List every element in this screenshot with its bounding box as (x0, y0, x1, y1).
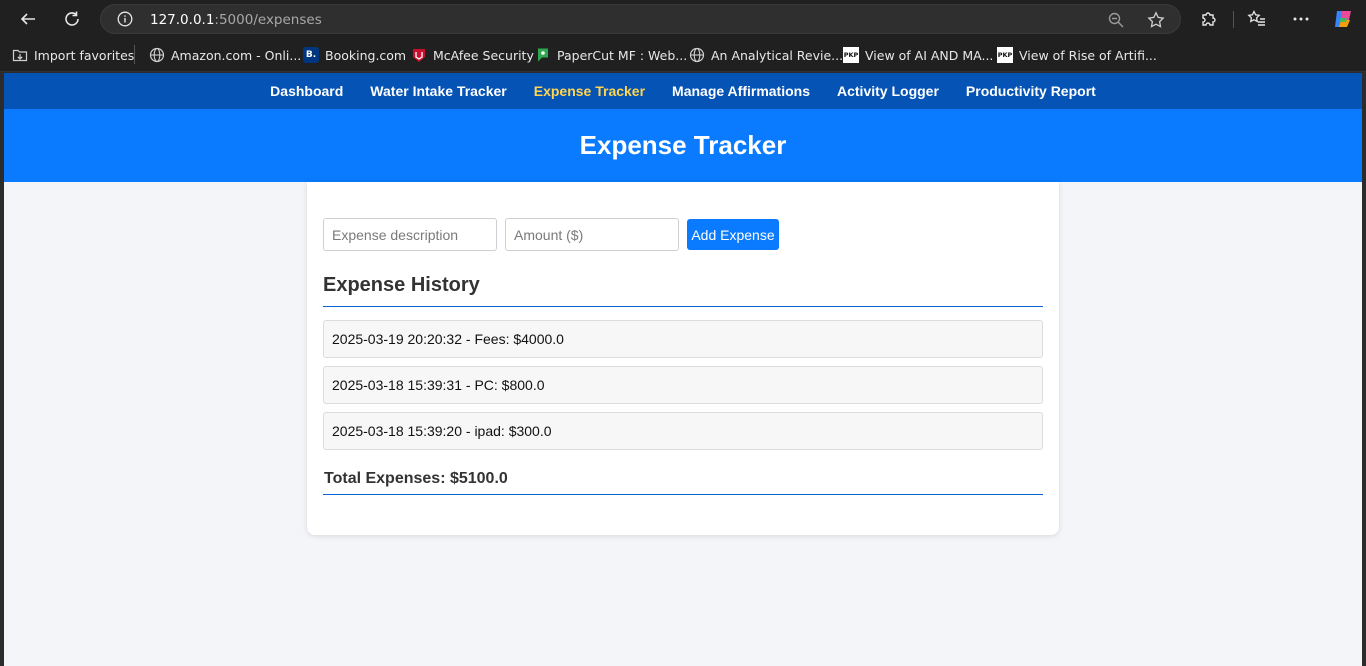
bookmarks-bar: Import favorites Amazon.com - Onli... B.… (0, 38, 1366, 72)
bookmark-papercut[interactable]: PaperCut MF : Web... (535, 46, 687, 64)
url-host: 127.0.0.1 (150, 12, 215, 28)
bookmark-label: PaperCut MF : Web... (557, 47, 688, 63)
expense-amount-input[interactable] (505, 218, 679, 251)
more-dots-icon (1293, 17, 1309, 21)
url-path: :5000/expenses (214, 12, 322, 28)
pkp-icon: PKP (843, 47, 859, 63)
bookmark-analytical-review[interactable]: An Analytical Revie... (689, 46, 843, 64)
bookmark-mcafee[interactable]: McAfee Security (411, 46, 534, 64)
favorites-list-icon (1247, 10, 1265, 26)
mcafee-icon (411, 47, 427, 63)
zoom-icon[interactable] (1107, 11, 1125, 29)
browser-toolbar: 127.0.0.1:5000/expenses (0, 0, 1366, 38)
bookmark-import-favorites[interactable]: Import favorites (12, 46, 134, 64)
bookmark-label: View of AI AND MA... (865, 47, 994, 63)
expense-list: 2025-03-19 20:20:32 - Fees: $4000.0 2025… (323, 320, 1043, 458)
nav-productivity-report[interactable]: Productivity Report (952, 83, 1109, 99)
puzzle-icon (1202, 12, 1216, 26)
bookmark-label: Import favorites (34, 47, 135, 63)
nav-activity-logger[interactable]: Activity Logger (824, 83, 953, 99)
bookmark-amazon[interactable]: Amazon.com - Onli... (149, 46, 301, 64)
back-arrow-icon (20, 13, 35, 25)
total-expenses: Total Expenses: $5100.0 (324, 470, 508, 487)
back-button[interactable] (14, 5, 42, 33)
globe-icon (149, 47, 165, 63)
page-header: Expense Tracker (4, 109, 1362, 182)
nav-expense-tracker[interactable]: Expense Tracker (520, 83, 658, 99)
url-text: 127.0.0.1:5000/expenses (150, 12, 322, 28)
settings-menu-button[interactable] (1290, 8, 1312, 30)
address-bar[interactable]: 127.0.0.1:5000/expenses (100, 4, 1181, 34)
bookmark-rise-of-artificial[interactable]: PKP View of Rise of Artifi... (997, 46, 1157, 64)
nav-water-intake-tracker[interactable]: Water Intake Tracker (357, 83, 520, 99)
page-title: Expense Tracker (579, 130, 787, 160)
bookmark-label: McAfee Security (433, 47, 534, 63)
globe-icon (689, 47, 705, 63)
booking-icon: B. (303, 47, 319, 63)
extensions-button[interactable] (1198, 8, 1220, 30)
add-expense-button[interactable]: Add Expense (687, 219, 779, 250)
expense-description-input[interactable] (323, 218, 497, 251)
expense-entry: 2025-03-18 15:39:20 - ipad: $300.0 (323, 412, 1043, 450)
favorite-star-icon[interactable] (1147, 11, 1165, 29)
bookmark-label: Booking.com (325, 47, 407, 63)
expense-card: Add Expense Expense History 2025-03-19 2… (307, 182, 1059, 535)
folder-import-icon (12, 47, 28, 63)
expense-history-heading: Expense History (323, 274, 480, 296)
bookmark-divider (134, 45, 135, 64)
nav-dashboard[interactable]: Dashboard (257, 83, 357, 99)
toolbar-divider (1233, 11, 1234, 28)
expense-entry: 2025-03-19 20:20:32 - Fees: $4000.0 (323, 320, 1043, 358)
copilot-button[interactable] (1332, 8, 1354, 30)
bookmark-ai-and-ma[interactable]: PKP View of AI AND MA... (843, 46, 993, 64)
papercut-icon (535, 47, 551, 63)
history-divider (323, 306, 1043, 307)
page-viewport: Dashboard Water Intake Tracker Expense T… (4, 73, 1362, 666)
refresh-icon (65, 11, 79, 26)
expense-entry: 2025-03-18 15:39:31 - PC: $800.0 (323, 366, 1043, 404)
refresh-button[interactable] (58, 5, 86, 33)
bookmark-label: Amazon.com - Onli... (171, 47, 302, 63)
bookmark-booking[interactable]: B. Booking.com (303, 46, 406, 64)
site-info-icon[interactable] (117, 11, 133, 27)
bookmark-label: View of Rise of Artifi... (1019, 47, 1157, 63)
pkp-icon: PKP (997, 47, 1013, 63)
total-divider (323, 494, 1043, 495)
nav-manage-affirmations[interactable]: Manage Affirmations (659, 83, 824, 99)
bookmark-label: An Analytical Revie... (711, 47, 844, 63)
favorites-button[interactable] (1246, 8, 1268, 30)
main-nav: Dashboard Water Intake Tracker Expense T… (4, 73, 1362, 109)
copilot-icon (1335, 11, 1351, 27)
